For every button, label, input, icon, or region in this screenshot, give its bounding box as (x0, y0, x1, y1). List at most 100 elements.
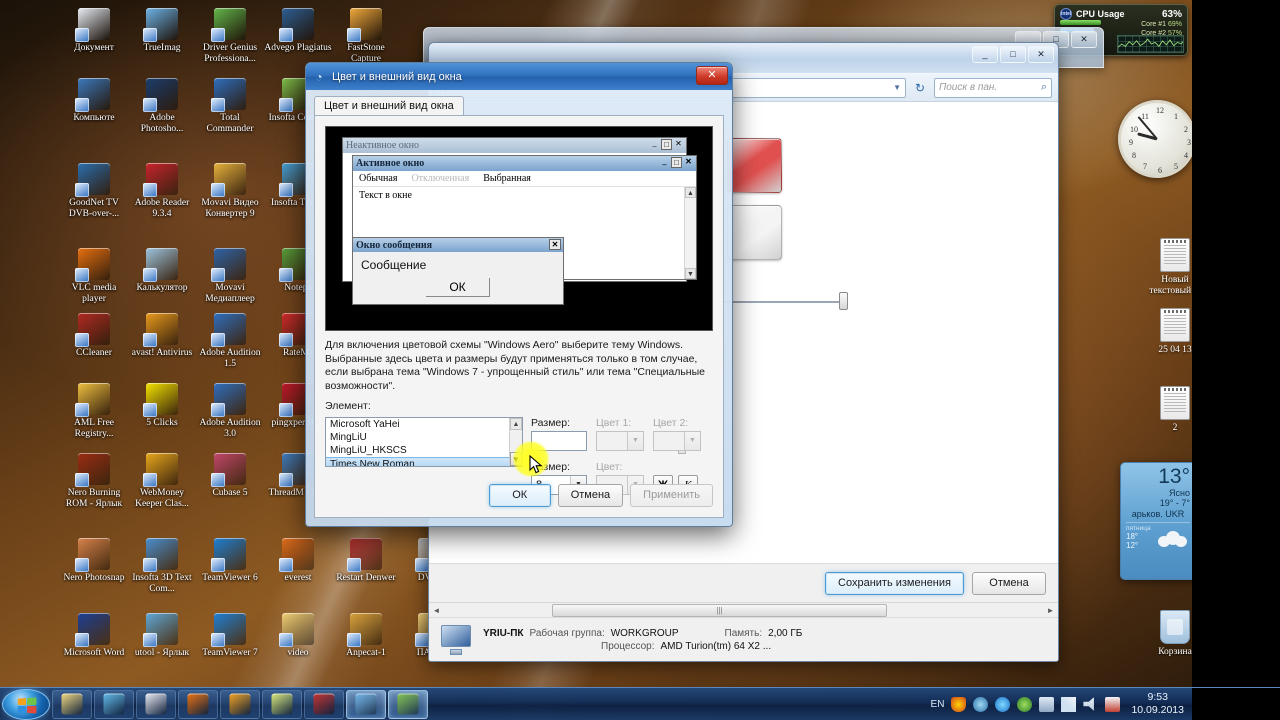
list-item[interactable]: MingLiU_HKSCS (326, 444, 522, 457)
chevron-down-icon[interactable]: ▼ (684, 432, 700, 450)
desktop-icon[interactable]: Nero Photosnap (60, 538, 128, 584)
taskbar-button-notes[interactable] (262, 690, 302, 719)
size2-label: Размер: (531, 461, 587, 473)
desktop-icon[interactable]: CCleaner (60, 313, 128, 359)
desktop-icon[interactable]: Total Commander (196, 78, 264, 135)
messenger-icon[interactable] (973, 697, 988, 712)
taskbar-clock[interactable]: 9:53 10.09.2013 (1127, 691, 1184, 717)
desktop-icon-note-1[interactable]: Новый текстовый ... (1140, 238, 1192, 297)
color-swatch[interactable] (727, 205, 782, 260)
desktop-icon[interactable]: Nero Burning ROM - Ярлык (60, 453, 128, 510)
desktop-icon[interactable]: GoodNet TV DVB-over-... (60, 163, 128, 220)
scrollbar-thumb[interactable]: ||| (552, 604, 887, 617)
desktop-icon[interactable]: AML Free Registry... (60, 383, 128, 440)
window-color-appearance-dialog[interactable]: ◔ Цвет и внешний вид окна ✕ Цвет и внешн… (305, 62, 733, 527)
scrollbar-track[interactable]: ||| (444, 603, 1043, 618)
color1-combo[interactable]: ▼ (596, 431, 644, 451)
minimize-button[interactable]: _ (972, 46, 998, 63)
dialog-cancel-button[interactable]: Отмена (558, 484, 623, 507)
desktop-icon[interactable]: Adobe Reader 9.3.4 (128, 163, 196, 220)
color2-combo[interactable]: ▼ (653, 431, 701, 451)
desktop-icon[interactable]: Документ (60, 8, 128, 54)
desktop-icon[interactable]: Driver Genius Professiona... (196, 8, 264, 65)
start-button[interactable] (2, 689, 50, 720)
desktop-icon-note-3[interactable]: 2 (1140, 386, 1192, 434)
desktop-icon[interactable]: Adobe Audition 1.5 (196, 313, 264, 370)
desktop-icon-recycle-bin[interactable]: Корзина (1140, 610, 1192, 658)
desktop-icon[interactable]: everest (264, 538, 332, 584)
desktop-icon[interactable]: Movavi Видео Конвертер 9 (196, 163, 264, 220)
slider-knob[interactable] (839, 292, 848, 310)
desktop-icon[interactable]: FastStone Capture (332, 8, 400, 65)
desktop-icon[interactable]: Cubase 5 (196, 453, 264, 499)
listbox-scrollbar[interactable]: ▲ ▼ (509, 418, 522, 466)
refresh-icon[interactable]: ↻ (911, 79, 929, 97)
desktop-icon[interactable]: Adobe Photosho... (128, 78, 196, 135)
desktop-icon[interactable]: video (264, 613, 332, 659)
desktop-icon[interactable]: avast! Antivirus (128, 313, 196, 359)
appearance-preview[interactable]: Неактивное окно _ □ ✕ Активное окно (325, 126, 713, 331)
language-indicator[interactable]: EN (931, 699, 945, 710)
list-item[interactable]: Microsoft YaHei (326, 418, 522, 431)
taskbar-button-personalization[interactable] (388, 690, 428, 719)
scroll-right-arrow[interactable]: ► (1043, 603, 1058, 618)
size1-spinner[interactable]: ▲▼ (531, 431, 587, 451)
desktop-icon[interactable]: Калькулятор (128, 248, 196, 294)
volume-icon[interactable] (1083, 697, 1098, 712)
desktop-icon[interactable]: Restart Denwer (332, 538, 400, 584)
chevron-down-icon[interactable]: ▼ (893, 83, 901, 92)
network-icon[interactable] (1039, 697, 1054, 712)
desktop-icon-note-2[interactable]: 25 04 13 (1140, 308, 1192, 356)
element-listbox[interactable]: Microsoft YaHei MingLiU MingLiU_HKSCS Ti… (325, 417, 523, 467)
signal-icon[interactable] (1061, 697, 1076, 712)
desktop-icon[interactable]: TrueImag (128, 8, 196, 54)
taskbar[interactable]: EN 9:53 10.09.2013 (0, 687, 1280, 720)
search-input[interactable]: Поиск в пан. ⌕ (934, 78, 1052, 98)
taskbar-button-document[interactable] (136, 690, 176, 719)
avast-icon[interactable] (1017, 697, 1032, 712)
list-item[interactable]: MingLiU (326, 431, 522, 444)
scroll-up-arrow-icon[interactable]: ▲ (510, 418, 522, 430)
taskbar-button-audio-tool[interactable] (304, 690, 344, 719)
close-button[interactable]: ✕ (1071, 31, 1097, 48)
desktop-icon[interactable]: TeamViewer 7 (196, 613, 264, 659)
list-item-selected[interactable]: Times New Roman (326, 457, 522, 467)
color-swatch[interactable] (727, 138, 782, 193)
cancel-button[interactable]: Отмена (972, 572, 1046, 595)
listbox-dropdown-arrow-icon[interactable]: ▼ (510, 452, 522, 466)
desktop-icon[interactable]: Anpecat-1 (332, 613, 400, 659)
weather-gadget[interactable]: 13° Ясно 19° - 7° арьков. UKR пятница 18… (1120, 462, 1192, 580)
flash-icon[interactable] (995, 697, 1010, 712)
desktop-icon[interactable]: VLC media player (60, 248, 128, 305)
desktop-icon[interactable]: Компьюте (60, 78, 128, 124)
taskbar-button-explorer[interactable] (52, 690, 92, 719)
taskbar-button-control-panel[interactable] (346, 690, 386, 719)
taskbar-button-acronis[interactable] (94, 690, 134, 719)
desktop-icon[interactable]: utool - Ярлык (128, 613, 196, 659)
taskbar-button-media-player[interactable] (220, 690, 260, 719)
clock-gadget[interactable]: 12 1 2 3 4 5 6 7 8 9 10 11 (1118, 100, 1192, 178)
desktop[interactable]: ДокументTrueImagDriver Genius Profession… (0, 0, 1192, 720)
shield-icon[interactable] (951, 697, 966, 712)
desktop-icon[interactable]: Adobe Audition 3.0 (196, 383, 264, 440)
horizontal-scrollbar[interactable]: ◄ ||| ► (429, 602, 1058, 617)
tab-appearance[interactable]: Цвет и внешний вид окна (314, 96, 464, 115)
ok-button[interactable]: ОК (489, 484, 551, 507)
desktop-icon[interactable]: Advego Plagiatus (264, 8, 332, 54)
desktop-icon[interactable]: Movavi Медиаплеер (196, 248, 264, 305)
close-button[interactable]: ✕ (1028, 46, 1054, 63)
desktop-icon[interactable]: Insofta 3D Text Com... (128, 538, 196, 595)
dialog-close-button[interactable]: ✕ (696, 66, 728, 85)
system-tray[interactable]: EN 9:53 10.09.2013 (931, 691, 1280, 717)
taskbar-button-firefox[interactable] (178, 690, 218, 719)
action-center-icon[interactable] (1105, 697, 1120, 712)
scroll-left-arrow[interactable]: ◄ (429, 603, 444, 618)
desktop-icon[interactable]: 5 Clicks (128, 383, 196, 429)
desktop-icon[interactable]: Microsoft Word (60, 613, 128, 659)
chevron-down-icon[interactable]: ▼ (627, 432, 643, 450)
maximize-button[interactable]: □ (1000, 46, 1026, 63)
desktop-icon[interactable]: WebMoney Keeper Clas... (128, 453, 196, 510)
dialog-titlebar[interactable]: ◔ Цвет и внешний вид окна ✕ (306, 63, 732, 90)
save-changes-button[interactable]: Сохранить изменения (825, 572, 964, 595)
desktop-icon[interactable]: TeamViewer 6 (196, 538, 264, 584)
